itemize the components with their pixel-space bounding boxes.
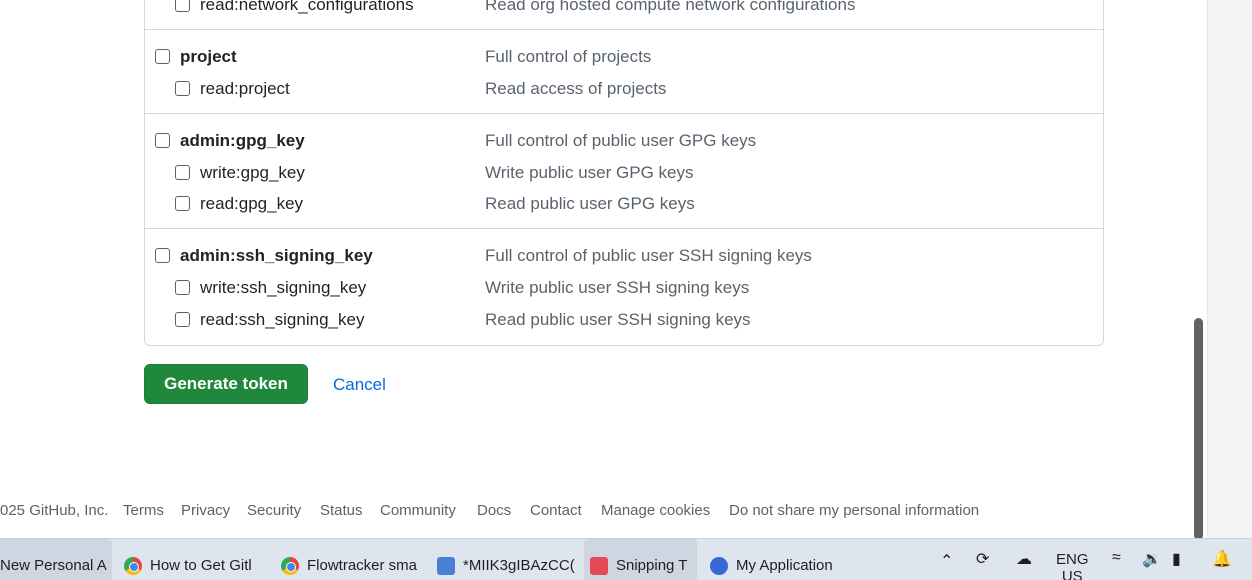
wifi-icon[interactable]: ≈: [1112, 549, 1121, 567]
scope-description: Read org hosted compute network configur…: [485, 0, 856, 14]
scope-row: write:gpg_key Write public user GPG keys: [145, 158, 1103, 188]
taskbar-item-flowtracker[interactable]: Flowtracker sma: [281, 539, 421, 580]
taskbar-item-new-personal[interactable]: New Personal A: [0, 539, 112, 580]
scope-name: admin:ssh_signing_key: [180, 246, 373, 265]
taskbar-item-label: Snipping T: [616, 557, 688, 574]
scope-name: admin:gpg_key: [180, 131, 305, 150]
scope-row: project Full control of projects: [145, 42, 1103, 72]
scope-name: read:project: [200, 79, 290, 98]
sync-icon[interactable]: ⟳: [976, 549, 989, 569]
taskbar-item-label: *MIIK3gIBAzCC(: [463, 557, 575, 574]
snipping-tool-icon: [590, 557, 608, 575]
footer-link-contact[interactable]: Contact: [530, 502, 582, 519]
footer-link-security[interactable]: Security: [247, 502, 301, 519]
language-code: ENG: [1056, 551, 1089, 568]
cloud-offline-icon[interactable]: ☁: [1016, 549, 1032, 569]
scope-description: Full control of public user GPG keys: [485, 131, 757, 150]
battery-icon[interactable]: ▮: [1172, 549, 1181, 569]
scopes-list: read:network_configurations Read org hos…: [144, 0, 1104, 346]
scope-description: Read access of projects: [485, 79, 667, 98]
footer-link-docs[interactable]: Docs: [477, 502, 511, 519]
scope-name: read:gpg_key: [200, 194, 304, 213]
scope-row: admin:ssh_signing_key Full control of pu…: [145, 241, 1103, 271]
taskbar-item-label: My Application: [736, 557, 833, 574]
taskbar-item-notepad[interactable]: *MIIK3gIBAzCC(: [437, 539, 575, 580]
scope-checkbox[interactable]: [175, 165, 190, 180]
app-icon: [710, 557, 728, 575]
chrome-icon: [281, 557, 299, 575]
chrome-icon: [124, 557, 142, 575]
scope-checkbox[interactable]: [175, 280, 190, 295]
cancel-link[interactable]: Cancel: [333, 375, 386, 395]
taskbar-item-my-application[interactable]: My Application: [710, 539, 860, 580]
volume-icon[interactable]: 🔉: [1142, 549, 1162, 569]
windows-taskbar: New Personal A How to Get Gitl Flowtrack…: [0, 538, 1252, 580]
scope-description: Read public user GPG keys: [485, 194, 695, 213]
scope-checkbox[interactable]: [175, 312, 190, 327]
taskbar-item-how-to-get[interactable]: How to Get Gitl: [124, 539, 264, 580]
scope-row: read:network_configurations Read org hos…: [145, 0, 1103, 20]
generate-token-button[interactable]: Generate token: [144, 364, 308, 404]
footer-link-manage-cookies[interactable]: Manage cookies: [601, 502, 710, 519]
language-indicator[interactable]: ENG US: [1056, 551, 1089, 580]
scope-group-network: read:network_configurations Read org hos…: [145, 0, 1103, 30]
scope-checkbox[interactable]: [175, 196, 190, 211]
scrollbar-thumb[interactable]: [1194, 318, 1203, 540]
scope-description: Full control of projects: [485, 47, 652, 66]
scope-group-gpg: admin:gpg_key Full control of public use…: [145, 114, 1103, 229]
scope-checkbox[interactable]: [175, 81, 190, 96]
scope-name: write:gpg_key: [200, 163, 305, 182]
chevron-up-icon[interactable]: ⌃: [940, 551, 953, 571]
scope-group-ssh-signing: admin:ssh_signing_key Full control of pu…: [145, 229, 1103, 345]
scope-description: Write public user GPG keys: [485, 163, 694, 182]
region-code: US: [1061, 568, 1083, 580]
scope-name: read:ssh_signing_key: [200, 310, 365, 329]
footer-link-terms[interactable]: Terms: [123, 502, 164, 519]
scope-row: read:project Read access of projects: [145, 74, 1103, 104]
scope-name: read:network_configurations: [200, 0, 414, 14]
footer-copyright: 025 GitHub, Inc.: [0, 502, 109, 519]
scope-checkbox[interactable]: [155, 133, 170, 148]
taskbar-item-label: New Personal A: [0, 557, 107, 574]
footer-link-do-not-share[interactable]: Do not share my personal information: [729, 502, 979, 519]
footer-link-privacy[interactable]: Privacy: [181, 502, 230, 519]
scope-checkbox[interactable]: [155, 248, 170, 263]
footer-link-community[interactable]: Community: [380, 502, 456, 519]
taskbar-item-label: How to Get Gitl: [150, 557, 252, 574]
scope-name: project: [180, 47, 237, 66]
taskbar-item-label: Flowtracker sma: [307, 557, 418, 574]
notification-bell-icon[interactable]: 🔔: [1212, 549, 1232, 569]
scope-description: Write public user SSH signing keys: [485, 278, 750, 297]
scope-row: read:gpg_key Read public user GPG keys: [145, 189, 1103, 219]
scope-group-project: project Full control of projects read:pr…: [145, 30, 1103, 114]
scope-description: Full control of public user SSH signing …: [485, 246, 812, 265]
footer-link-status[interactable]: Status: [320, 502, 363, 519]
scope-row: write:ssh_signing_key Write public user …: [145, 273, 1103, 303]
scope-row: read:ssh_signing_key Read public user SS…: [145, 305, 1103, 335]
window-scrollbar-track[interactable]: [1207, 0, 1252, 538]
taskbar-item-snipping-tool[interactable]: Snipping T: [584, 539, 697, 580]
notepad-icon: [437, 557, 455, 575]
scope-description: Read public user SSH signing keys: [485, 310, 751, 329]
scope-row: admin:gpg_key Full control of public use…: [145, 126, 1103, 156]
scope-checkbox[interactable]: [155, 49, 170, 64]
scope-name: write:ssh_signing_key: [200, 278, 367, 297]
scope-checkbox[interactable]: [175, 0, 190, 12]
